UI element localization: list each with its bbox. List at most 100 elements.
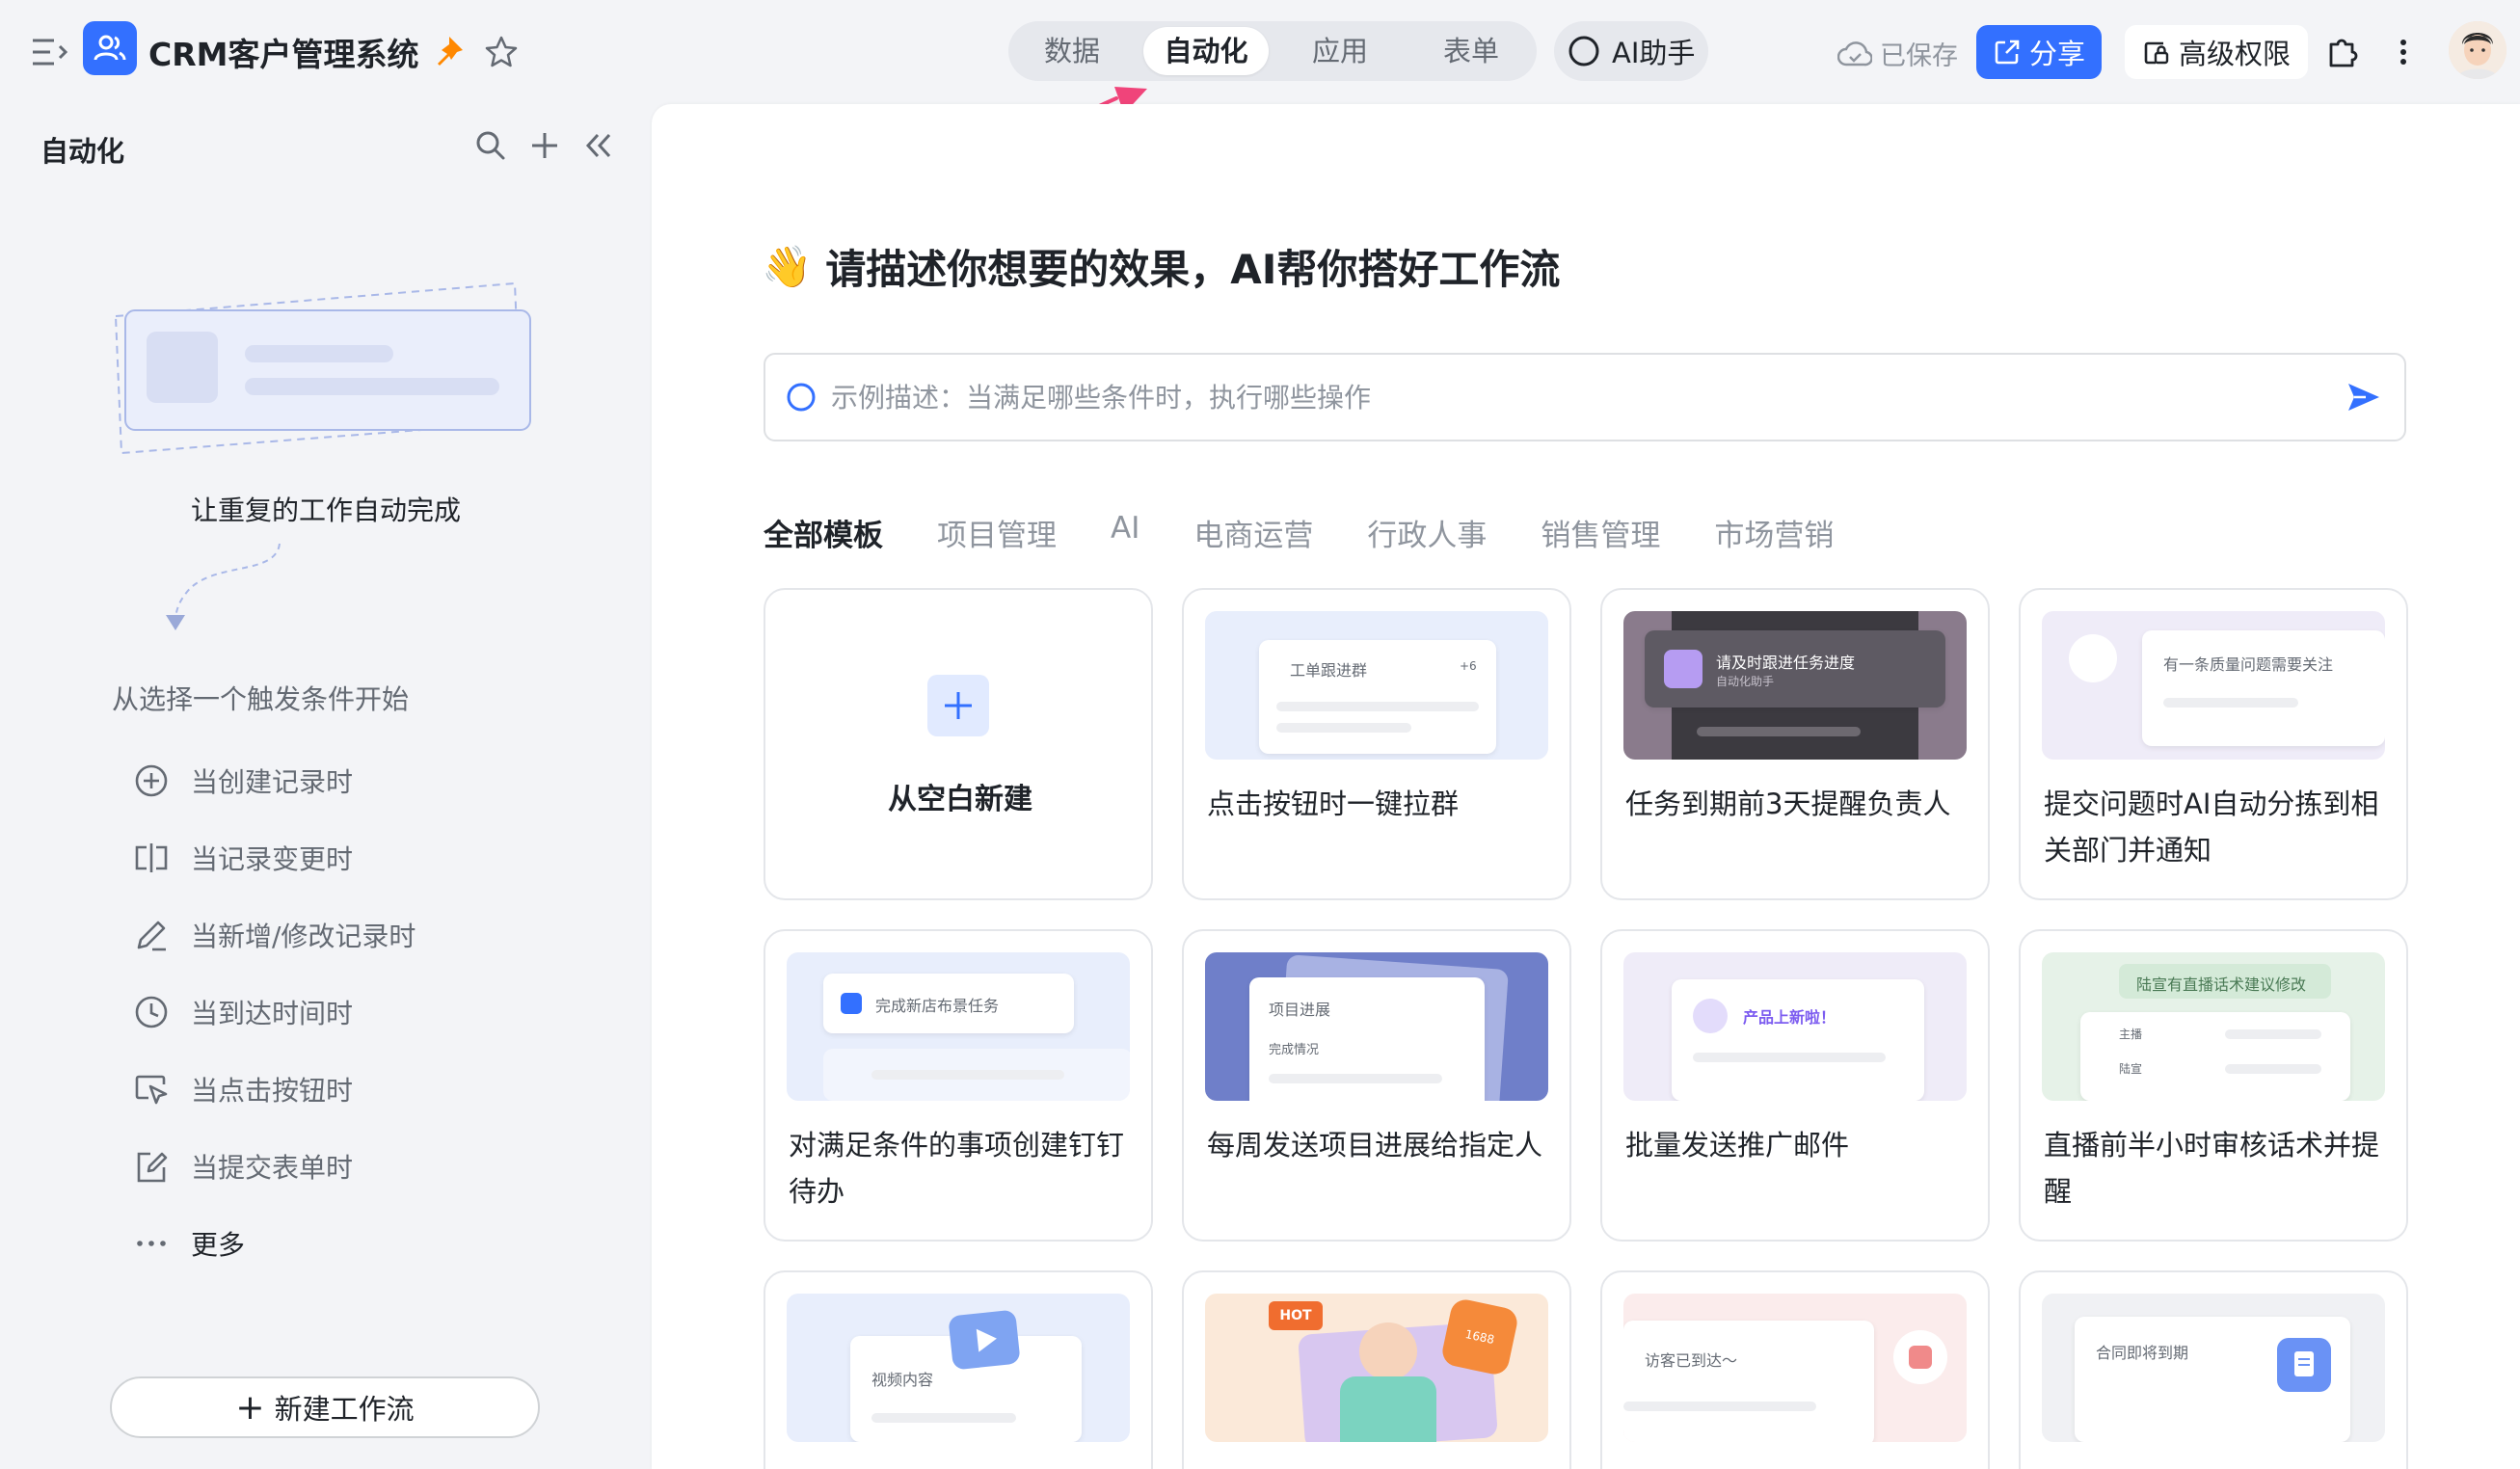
top-bar: CRM客户管理系统 数据 自动化 应用 表单 AI助手 已保存 分享 高级权限 — [0, 0, 2520, 104]
view-switcher: 数据 自动化 应用 表单 — [1008, 21, 1537, 81]
cursor-click-icon — [131, 1069, 172, 1109]
trigger-label: 当提交表单时 — [191, 1152, 354, 1184]
avatar-image — [2449, 21, 2507, 79]
template-card[interactable]: 陆宣有直播话术建议修改 主播 陆宣 直播前半小时审核话术并提醒 — [2019, 929, 2408, 1242]
trigger-label: 当记录变更时 — [191, 843, 354, 875]
add-icon[interactable] — [526, 127, 563, 164]
tab-automation[interactable]: 自动化 — [1143, 27, 1269, 75]
template-thumbnail: 访客已到达～ — [1623, 1294, 1967, 1442]
search-icon[interactable] — [472, 127, 509, 164]
thumb-text: 视频内容 — [871, 1371, 934, 1389]
trigger-on-change[interactable]: 当记录变更时 — [131, 835, 353, 881]
pencil-icon — [131, 915, 172, 955]
clock-icon — [131, 992, 172, 1032]
template-title: 任务到期前3天提醒负责人 — [1625, 788, 1951, 820]
tab-data[interactable]: 数据 — [1014, 27, 1130, 75]
trigger-label: 当创建记录时 — [191, 766, 354, 798]
blank-template-card[interactable]: 从空白新建 — [764, 588, 1153, 900]
template-thumbnail: HOT 1688 — [1205, 1294, 1548, 1442]
trigger-on-create[interactable]: 当创建记录时 — [131, 758, 353, 804]
wave-icon: 👋 — [762, 242, 813, 290]
plus-icon — [927, 675, 989, 736]
template-card[interactable]: HOT 1688 — [1182, 1270, 1571, 1469]
ai-assistant-label: AI助手 — [1612, 37, 1696, 69]
trigger-more[interactable]: 更多 — [131, 1220, 245, 1267]
template-card[interactable]: 访客已到达～ — [1600, 1270, 1990, 1469]
trigger-on-add-or-edit[interactable]: 当新增/修改记录时 — [131, 912, 416, 958]
ai-prompt-input[interactable] — [831, 381, 2345, 414]
main-panel: 👋 请描述你想要的效果，AI帮你搭好工作流 全部模板 项目管理 AI 电商运营 … — [652, 104, 2520, 1469]
ai-icon — [1568, 36, 1599, 67]
tab-ecommerce[interactable]: 电商运营 — [1193, 511, 1313, 554]
permission-label: 高级权限 — [2178, 38, 2291, 70]
template-thumbnail: 视频内容 — [787, 1294, 1130, 1442]
template-title: 批量发送推广邮件 — [1625, 1129, 1850, 1162]
template-card[interactable]: 请及时跟进任务进度 自动化助手 任务到期前3天提醒负责人 — [1600, 588, 1990, 900]
form-edit-icon — [131, 1146, 172, 1187]
automation-sidebar: 自动化 让重复的工作自动完成 从选择一个触发条件开始 当创建记录时 当记录变更时 — [0, 104, 652, 1469]
new-workflow-button[interactable]: + 新建工作流 — [110, 1376, 540, 1438]
new-workflow-label: 新建工作流 — [274, 1393, 415, 1426]
template-thumbnail: 请及时跟进任务进度 自动化助手 — [1623, 611, 1967, 760]
tab-marketing[interactable]: 市场营销 — [1714, 511, 1834, 554]
plugin-icon[interactable] — [2323, 33, 2362, 71]
user-avatar[interactable] — [2449, 21, 2507, 79]
template-card[interactable]: 视频内容 — [764, 1270, 1153, 1469]
template-title: 提交问题时AI自动分拣到相关部门并通知 — [2044, 788, 2379, 867]
tab-ai[interactable]: AI — [1111, 511, 1139, 554]
template-title: 点击按钮时一键拉群 — [1207, 788, 1460, 820]
tab-all-templates[interactable]: 全部模板 — [764, 511, 883, 554]
ai-prompt-box — [764, 353, 2406, 441]
ai-assistant-button[interactable]: AI助手 — [1554, 21, 1708, 81]
thumb-sub: 自动化助手 — [1716, 675, 1775, 688]
template-card[interactable]: 项目进展 完成情况 每周发送项目进展给指定人 — [1182, 929, 1571, 1242]
permission-lock-icon — [2144, 41, 2169, 65]
ai-loading-icon — [787, 383, 816, 412]
brand-icon — [1893, 1330, 1947, 1384]
thumb-text: 请及时跟进任务进度 — [1716, 654, 1856, 672]
thumb-badge: 1688 — [1439, 1296, 1520, 1377]
more-vertical-icon[interactable] — [2391, 33, 2416, 71]
text-cursor-icon — [131, 838, 172, 878]
advanced-permission-button[interactable]: 高级权限 — [2125, 25, 2308, 79]
plus-circle-icon — [131, 761, 172, 801]
tab-hr-admin[interactable]: 行政人事 — [1367, 511, 1487, 554]
collapse-sidebar-icon[interactable] — [580, 127, 617, 164]
thumb-text: 工单跟进群 — [1290, 661, 1368, 680]
template-card[interactable]: 工单跟进群 +6 点击按钮时一键拉群 — [1182, 588, 1571, 900]
users-icon — [94, 35, 126, 61]
dashed-arrow-icon — [166, 543, 281, 630]
template-card[interactable]: 产品上新啦！ 批量发送推广邮件 — [1600, 929, 1990, 1242]
send-icon[interactable] — [2345, 378, 2383, 416]
trigger-on-time[interactable]: 当到达时间时 — [131, 989, 353, 1035]
document-icon — [2277, 1338, 2331, 1392]
thumb-row2: 陆宣 — [2119, 1062, 2143, 1076]
tab-sales[interactable]: 销售管理 — [1541, 511, 1660, 554]
page-title: 👋 请描述你想要的效果，AI帮你搭好工作流 — [762, 237, 1560, 296]
template-card[interactable]: 有一条质量问题需要关注 提交问题时AI自动分拣到相关部门并通知 — [2019, 588, 2408, 900]
template-thumbnail: 陆宣有直播话术建议修改 主播 陆宣 — [2042, 952, 2385, 1101]
thumb-text: HOT — [1269, 1301, 1323, 1330]
template-card[interactable]: 合同即将到期 — [2019, 1270, 2408, 1469]
sidebar-title: 自动化 — [40, 135, 125, 168]
ellipsis-icon — [131, 1223, 172, 1264]
template-title: 每周发送项目进展给指定人 — [1207, 1129, 1543, 1162]
star-icon[interactable] — [484, 35, 519, 69]
thumb-badge: +6 — [1460, 659, 1477, 673]
sidebar-toggle-icon[interactable] — [29, 35, 71, 69]
tab-apps[interactable]: 应用 — [1282, 27, 1398, 75]
tab-project-management[interactable]: 项目管理 — [937, 511, 1057, 554]
headline-text: 请描述你想要的效果，AI帮你搭好工作流 — [825, 246, 1561, 293]
pin-icon[interactable] — [432, 35, 465, 67]
share-button[interactable]: 分享 — [1976, 25, 2102, 79]
thumb-text: 访客已到达～ — [1645, 1351, 1738, 1370]
tab-forms[interactable]: 表单 — [1413, 27, 1529, 75]
template-card[interactable]: 完成新店布景任务 对满足条件的事项创建钉钉待办 — [764, 929, 1153, 1242]
cloud-check-icon — [1837, 40, 1872, 66]
trigger-on-form-submit[interactable]: 当提交表单时 — [131, 1143, 353, 1189]
trigger-on-button-click[interactable]: 当点击按钮时 — [131, 1066, 353, 1112]
template-thumbnail: 有一条质量问题需要关注 — [2042, 611, 2385, 760]
play-icon — [948, 1309, 1021, 1371]
plus-icon: + — [235, 1387, 265, 1428]
thumb-sub: 完成情况 — [1269, 1043, 1320, 1057]
